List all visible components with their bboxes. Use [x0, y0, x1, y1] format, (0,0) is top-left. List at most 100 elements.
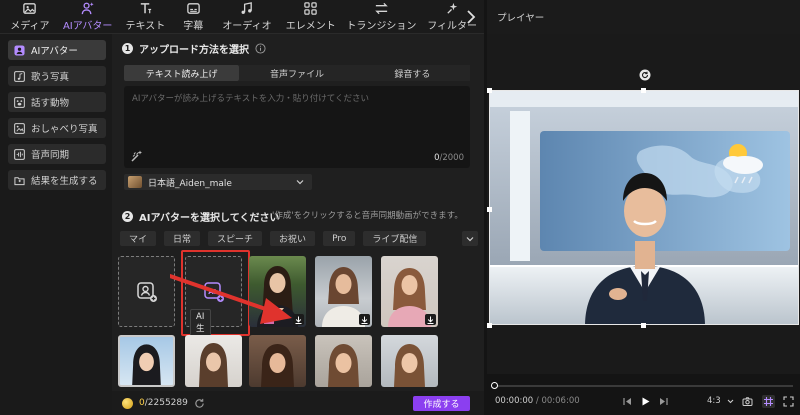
- ai-avatar-panel: 1 アップロード方法を選択 テキスト読み上げ 音声ファイル 録音する 0/200…: [112, 34, 484, 415]
- download-icon: [427, 316, 434, 324]
- sidebar-item-ai-avatar[interactable]: AIアバター: [8, 40, 106, 60]
- chevron-right-icon: [467, 10, 476, 24]
- sidebar-item-singing-photo[interactable]: 歌う写真: [8, 66, 106, 86]
- sidebar-item-results[interactable]: 結果を生成する: [8, 170, 106, 190]
- script-input-box: 0/2000: [124, 86, 470, 168]
- step-number: 2: [122, 211, 133, 222]
- fullscreen-button[interactable]: [782, 395, 795, 408]
- avatar-card[interactable]: [315, 335, 372, 387]
- avatar-card[interactable]: [249, 335, 306, 387]
- toolbar-element[interactable]: エレメント: [279, 0, 343, 33]
- avatar-card[interactable]: [315, 256, 372, 327]
- current-time: 00:00:00: [495, 396, 534, 406]
- avatar-card[interactable]: [381, 335, 438, 387]
- player-title: プレイヤー: [497, 13, 545, 24]
- grid-snap-button[interactable]: [762, 395, 775, 408]
- player-controls: 00:00:00 / 00:06:00 4:3: [487, 393, 800, 411]
- tab-text-to-speech[interactable]: テキスト読み上げ: [124, 65, 240, 81]
- talking-photo-icon: [14, 122, 25, 134]
- prev-frame-button[interactable]: [621, 395, 634, 408]
- chip-live[interactable]: ライブ配信: [363, 231, 427, 246]
- sidebar-item-talking-animal[interactable]: 話す動物: [8, 92, 106, 112]
- sidebar-item-label: 歌う写真: [31, 72, 70, 83]
- refresh-icon[interactable]: [194, 398, 205, 409]
- transition-icon: [375, 2, 388, 15]
- bottom-bar: 0/2255289 作成する: [112, 391, 484, 415]
- sidebar-item-label: 結果を生成する: [31, 176, 98, 187]
- script-textarea[interactable]: [124, 86, 470, 148]
- tab-record[interactable]: 録音する: [354, 65, 470, 81]
- aspect-ratio-select[interactable]: 4:3: [707, 396, 721, 406]
- step-back-icon: [623, 398, 631, 405]
- step2-note: '作成'をクリックすると音声同期動画ができます。: [272, 211, 463, 221]
- ratio-dropdown-button[interactable]: [724, 395, 737, 408]
- download-button[interactable]: [359, 314, 370, 325]
- player-panel: プレイヤー 00:00:00 / 00:06:00 4:3: [487, 0, 800, 415]
- news-anchor-image: [490, 91, 798, 324]
- chip-pro[interactable]: Pro: [323, 231, 356, 246]
- play-button[interactable]: [639, 395, 652, 408]
- rotate-handle-icon[interactable]: [639, 69, 651, 81]
- sidebar-item-lip-sync[interactable]: 音声同期: [8, 144, 106, 164]
- avatar-card[interactable]: [185, 335, 242, 387]
- toolbar-label: トランジション: [346, 21, 417, 32]
- chip-daily[interactable]: 日常: [164, 231, 201, 246]
- resize-handle[interactable]: [487, 207, 492, 212]
- voice-select[interactable]: 日本語_Aiden_male: [124, 174, 312, 190]
- toolbar-label: オーディオ: [222, 21, 272, 32]
- step-forward-icon: [660, 398, 668, 405]
- resize-handle[interactable]: [487, 88, 492, 93]
- avatar-card[interactable]: [381, 256, 438, 327]
- chip-my[interactable]: マイ: [120, 231, 157, 246]
- total-time: / 00:06:00: [535, 396, 580, 406]
- upload-mode-tabs: テキスト読み上げ 音声ファイル 録音する: [124, 65, 470, 81]
- chip-celebration[interactable]: お祝い: [270, 231, 316, 246]
- timeline-track[interactable]: [493, 385, 793, 387]
- chevron-down-icon: [296, 180, 304, 185]
- expand-chips-button[interactable]: [462, 231, 478, 246]
- toolbar-transition[interactable]: トランジション: [343, 0, 421, 33]
- download-button[interactable]: [425, 314, 436, 325]
- toolbar-media[interactable]: メディア: [4, 0, 56, 33]
- voice-name: 日本語_Aiden_male: [148, 178, 232, 189]
- tab-audio-file[interactable]: 音声ファイル: [239, 65, 355, 81]
- sidebar: AIアバター 歌う写真 話す動物 おしゃべり写真 音声同期 結果を生成する: [0, 34, 112, 415]
- snapshot-button[interactable]: [741, 395, 754, 408]
- create-button[interactable]: 作成する: [413, 396, 470, 411]
- text-icon: [140, 3, 152, 14]
- person-woman-image: [328, 344, 359, 387]
- step1-title: 1 アップロード方法を選択: [122, 41, 266, 56]
- info-icon[interactable]: [255, 43, 266, 54]
- preview-video[interactable]: [489, 90, 799, 325]
- next-frame-button[interactable]: [657, 395, 670, 408]
- toolbar-next-button[interactable]: [464, 8, 478, 26]
- coin-icon: [122, 397, 133, 409]
- chip-speech[interactable]: スピーチ: [208, 231, 263, 246]
- playhead-knob[interactable]: [491, 382, 498, 389]
- preview-stage: [487, 34, 800, 374]
- download-icon: [361, 316, 368, 324]
- toolbar-audio[interactable]: オーディオ: [215, 0, 279, 33]
- red-arrow-annotation: [170, 274, 292, 324]
- paw-icon: [14, 96, 25, 108]
- sidebar-item-talking-photo[interactable]: おしゃべり写真: [8, 118, 106, 138]
- magic-wand-icon[interactable]: [130, 149, 144, 163]
- resize-handle[interactable]: [487, 323, 492, 328]
- avatar-card-selected[interactable]: [118, 335, 175, 387]
- avatar-icon: [14, 44, 25, 56]
- toolbar-subtitle[interactable]: 字幕: [171, 0, 215, 33]
- step2-title-text: AIアバターを選択してください: [139, 213, 280, 224]
- sidebar-item-label: 音声同期: [31, 150, 70, 161]
- toolbar-text[interactable]: テキスト: [120, 0, 172, 33]
- toolbar-ai-avatar[interactable]: AIアバター: [56, 0, 120, 33]
- char-count-max: /2000: [439, 153, 465, 163]
- chevron-down-icon: [466, 236, 474, 241]
- resize-handle[interactable]: [641, 88, 646, 93]
- upload-avatar-card[interactable]: [118, 256, 175, 327]
- play-icon: [642, 397, 650, 406]
- player-header: プレイヤー: [487, 0, 800, 34]
- resize-handle[interactable]: [641, 323, 646, 328]
- image-icon: [23, 3, 37, 14]
- sidebar-item-label: 話す動物: [31, 98, 70, 109]
- sidebar-item-label: おしゃべり写真: [31, 124, 98, 135]
